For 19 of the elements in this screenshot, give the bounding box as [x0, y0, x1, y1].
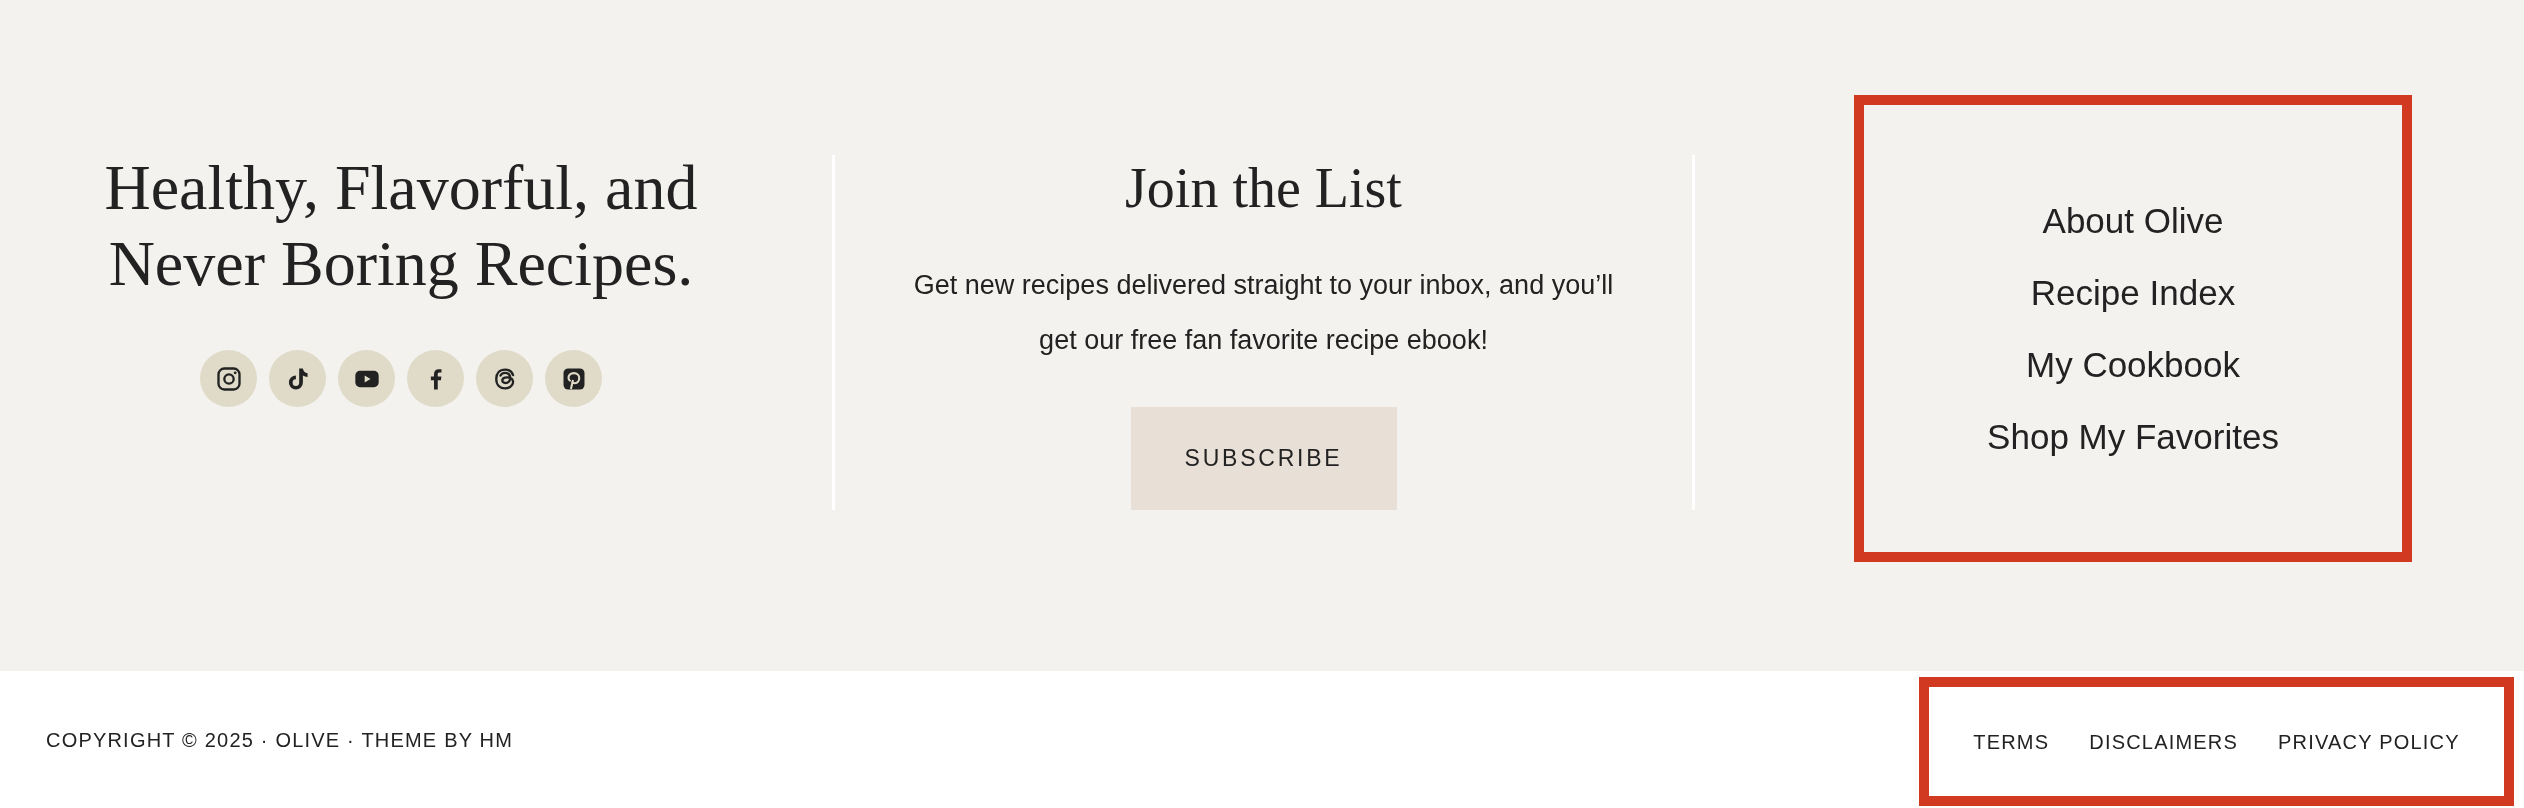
- social-link[interactable]: [338, 350, 395, 407]
- footer-link[interactable]: PRIVACY POLICY: [2278, 726, 2460, 757]
- nav-link[interactable]: About Olive: [2042, 184, 2224, 257]
- instagram-icon: [214, 364, 243, 393]
- nav-link[interactable]: Shop My Favorites: [1987, 400, 2279, 473]
- nav-link[interactable]: Recipe Index: [2030, 256, 2236, 329]
- nav-link[interactable]: My Cookbook: [2026, 328, 2240, 401]
- newsletter-text: Get new recipes delivered straight to your inbox, and you’ll get our free fan favorite recipe ebook!: [912, 269, 1615, 357]
- headline: Healthy, Flavorful, and Never Boring Recipes.: [103, 151, 699, 301]
- footer-link[interactable]: DISCLAIMERS: [2089, 726, 2239, 757]
- newsletter-title: Join the List: [1125, 156, 1402, 220]
- copyright-text: COPYRIGHT © 2025 · OLIVE · THEME BY HM: [46, 727, 514, 753]
- social-link[interactable]: [200, 350, 257, 407]
- footer-link[interactable]: TERMS: [1973, 726, 2050, 757]
- social-link[interactable]: [476, 350, 533, 407]
- subscribe-button[interactable]: SUBSCRIBE: [1130, 407, 1397, 510]
- social-link[interactable]: [545, 350, 602, 407]
- social-link[interactable]: [407, 350, 464, 407]
- social-link[interactable]: [269, 350, 326, 407]
